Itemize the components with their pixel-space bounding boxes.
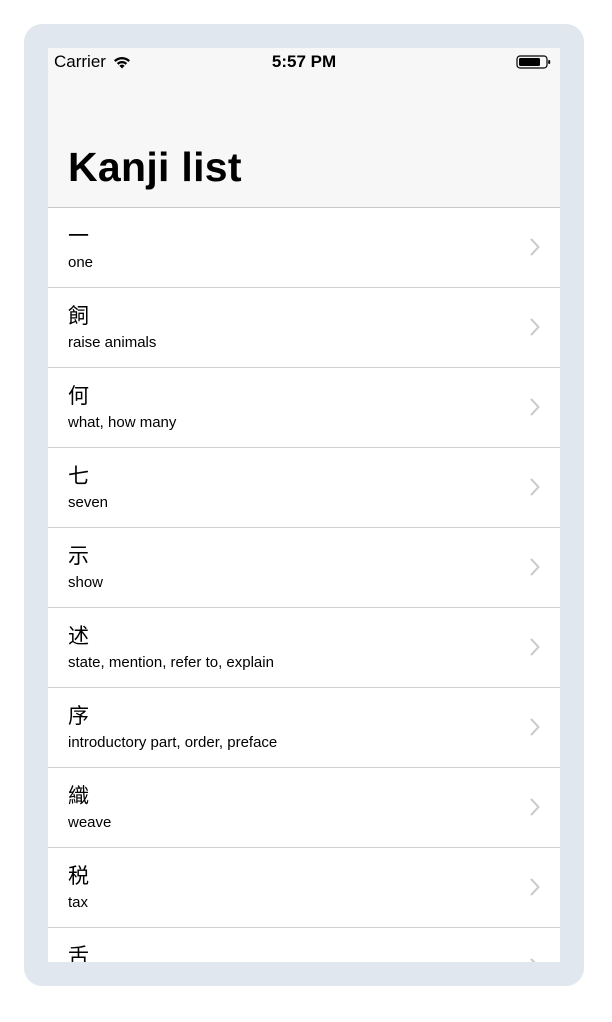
chevron-right-icon: [530, 478, 540, 496]
kanji-character: 一: [68, 224, 89, 248]
chevron-right-icon: [530, 558, 540, 576]
chevron-right-icon: [530, 638, 540, 656]
kanji-character: 織: [68, 784, 89, 808]
list-item[interactable]: 七 seven: [48, 448, 560, 528]
kanji-meaning: one: [68, 254, 94, 271]
kanji-character: 飼: [68, 304, 89, 328]
list-item[interactable]: 税 tax: [48, 848, 560, 928]
chevron-right-icon: [530, 238, 540, 256]
kanji-meaning: weave: [68, 814, 112, 831]
battery-icon: [516, 55, 551, 69]
kanji-meaning: raise animals: [68, 334, 157, 351]
kanji-character: 述: [68, 624, 89, 648]
chevron-right-icon: [530, 798, 540, 816]
chevron-right-icon: [530, 398, 540, 416]
status-time: 5:57 PM: [271, 52, 337, 71]
chevron-right-icon: [530, 878, 540, 896]
kanji-character: 税: [68, 864, 89, 888]
chevron-right-icon: [530, 958, 536, 962]
kanji-meaning: show: [68, 574, 104, 591]
page-title: Kanji list: [68, 144, 242, 190]
kanji-meaning: what, how many: [68, 414, 177, 431]
list-item[interactable]: 序 introductory part, order, preface: [48, 688, 560, 768]
kanji-meaning: seven: [68, 494, 109, 511]
chevron-right-icon: [530, 318, 540, 336]
kanji-list: 一 one 飼 raise animals 何 what, how many 七…: [48, 208, 560, 962]
kanji-meaning: introductory part, order, preface: [68, 734, 278, 751]
list-item[interactable]: 述 state, mention, refer to, explain: [48, 608, 560, 688]
navigation-bar: Carrier 5:57 PM Kanji list: [48, 48, 560, 208]
list-item[interactable]: 飼 raise animals: [48, 288, 560, 368]
list-item[interactable]: 示 show: [48, 528, 560, 608]
kanji-character: 序: [68, 704, 89, 728]
chevron-right-icon: [530, 718, 540, 736]
list-item[interactable]: 舌: [48, 928, 560, 962]
kanji-character: 示: [68, 544, 89, 568]
kanji-character: 舌: [68, 944, 89, 962]
status-bar: Carrier 5:57 PM: [48, 48, 560, 78]
kanji-character: 何: [68, 384, 89, 408]
list-item[interactable]: 一 one: [48, 208, 560, 288]
kanji-character: 七: [68, 464, 89, 488]
list-item[interactable]: 何 what, how many: [48, 368, 560, 448]
list-item[interactable]: 織 weave: [48, 768, 560, 848]
kanji-meaning: state, mention, refer to, explain: [68, 654, 274, 671]
kanji-meaning: tax: [68, 894, 89, 911]
phone-screen: Carrier 5:57 PM Kanji list 一 one 飼 raise…: [48, 48, 560, 962]
page: Carrier 5:57 PM Kanji list 一 one 飼 raise…: [0, 0, 612, 1022]
